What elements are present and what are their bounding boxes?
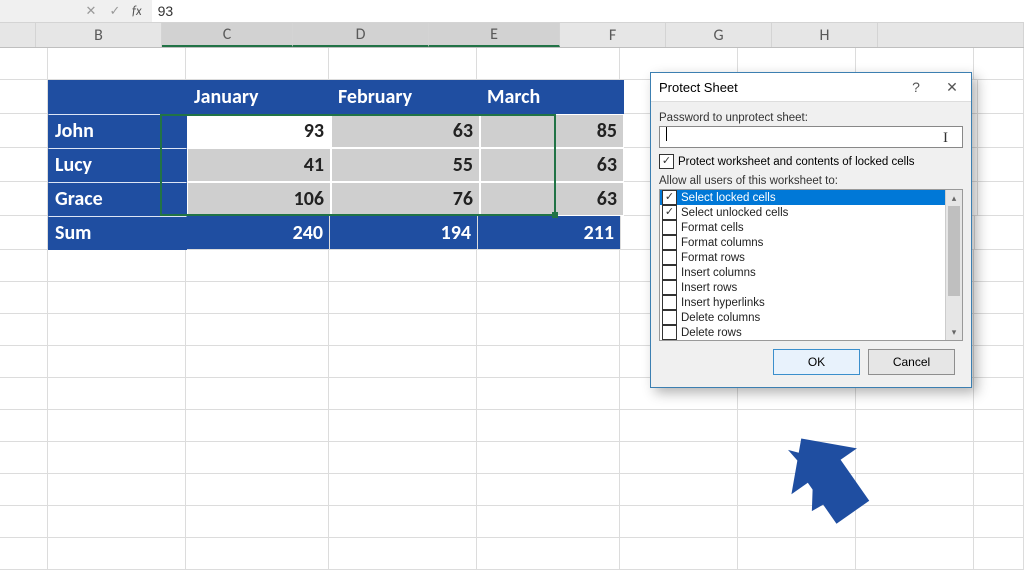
permission-label: Format cells xyxy=(681,222,744,234)
table-corner[interactable] xyxy=(48,80,187,114)
permission-checkbox[interactable] xyxy=(662,265,677,280)
col-head-h[interactable]: H xyxy=(772,23,878,47)
permission-checkbox[interactable] xyxy=(662,235,677,250)
permission-label: Format rows xyxy=(681,252,745,264)
enter-formula-icon[interactable]: ✓ xyxy=(104,2,126,20)
sum-feb[interactable]: 194 xyxy=(330,216,478,250)
password-label: Password to unprotect sheet: xyxy=(659,112,963,124)
cell-C4[interactable]: 41 xyxy=(187,148,331,182)
row-name[interactable]: Lucy xyxy=(48,148,187,182)
cell-D4[interactable]: 55 xyxy=(331,148,480,182)
scrollbar[interactable]: ▴ ▾ xyxy=(945,190,962,340)
scroll-down-icon[interactable]: ▾ xyxy=(946,324,962,340)
permission-checkbox[interactable] xyxy=(662,250,677,265)
permissions-list: Select locked cells Select unlocked cells… xyxy=(659,189,963,341)
cancel-button[interactable]: Cancel xyxy=(868,349,955,375)
col-head-f[interactable]: F xyxy=(560,23,666,47)
permission-label: Insert columns xyxy=(681,267,756,279)
cell-C3[interactable]: 93 xyxy=(187,114,331,148)
cell-E4[interactable]: 63 xyxy=(480,148,624,182)
col-header-jan[interactable]: January xyxy=(187,80,331,114)
permission-item[interactable]: Format columns xyxy=(660,235,945,250)
allow-label: Allow all users of this worksheet to: xyxy=(659,175,963,187)
sum-jan[interactable]: 240 xyxy=(187,216,330,250)
dialog-title: Protect Sheet xyxy=(659,80,738,95)
permission-item[interactable]: Delete rows xyxy=(660,325,945,340)
row-name[interactable]: Grace xyxy=(48,182,187,216)
permission-item[interactable]: Select unlocked cells xyxy=(660,205,945,220)
ok-button[interactable]: OK xyxy=(773,349,860,375)
permission-checkbox[interactable] xyxy=(662,325,677,340)
permission-checkbox[interactable] xyxy=(662,220,677,235)
permission-checkbox[interactable] xyxy=(662,295,677,310)
close-icon[interactable]: ✕ xyxy=(937,76,967,98)
formula-input[interactable] xyxy=(152,0,1024,22)
permission-checkbox[interactable] xyxy=(662,190,677,205)
help-icon[interactable]: ? xyxy=(901,76,931,98)
permission-item[interactable]: Format cells xyxy=(660,220,945,235)
permission-label: Format columns xyxy=(681,237,763,249)
col-head-d[interactable]: D xyxy=(293,23,429,47)
permission-item[interactable]: Delete columns xyxy=(660,310,945,325)
col-head-b[interactable]: B xyxy=(36,23,162,47)
col-head-e[interactable]: E xyxy=(429,23,560,47)
permission-checkbox[interactable] xyxy=(662,280,677,295)
permission-label: Delete columns xyxy=(681,312,760,324)
cell-D3[interactable]: 63 xyxy=(331,114,480,148)
password-input[interactable]: I xyxy=(659,126,963,148)
cancel-formula-icon[interactable]: ✕ xyxy=(80,2,102,20)
cell-D5[interactable]: 76 xyxy=(331,182,480,216)
cell-E3[interactable]: 85 xyxy=(480,114,624,148)
sum-mar[interactable]: 211 xyxy=(478,216,621,250)
permission-label: Delete rows xyxy=(681,327,742,339)
col-header-mar[interactable]: March xyxy=(480,80,624,114)
cell-E5[interactable]: 63 xyxy=(480,182,624,216)
col-head-c[interactable]: C xyxy=(162,23,293,47)
protect-checkbox[interactable] xyxy=(659,154,674,169)
row-name[interactable]: John xyxy=(48,114,187,148)
column-headers: B C D E F G H xyxy=(0,23,1024,48)
permission-item[interactable]: Format rows xyxy=(660,250,945,265)
permission-label: Insert hyperlinks xyxy=(681,297,765,309)
protect-label: Protect worksheet and contents of locked… xyxy=(678,156,915,168)
permission-label: Select unlocked cells xyxy=(681,207,788,219)
permission-checkbox[interactable] xyxy=(662,205,677,220)
col-header-feb[interactable]: February xyxy=(331,80,480,114)
permission-item[interactable]: Insert hyperlinks xyxy=(660,295,945,310)
permission-item[interactable]: Insert columns xyxy=(660,265,945,280)
permission-item[interactable]: Select locked cells xyxy=(660,190,945,205)
cell-C5[interactable]: 106 xyxy=(187,182,331,216)
permission-label: Insert rows xyxy=(681,282,737,294)
formula-bar: ✕ ✓ fx xyxy=(0,0,1024,23)
scroll-thumb[interactable] xyxy=(948,206,960,296)
row-sum-label[interactable]: Sum xyxy=(48,216,187,250)
text-cursor-icon: I xyxy=(943,130,948,147)
permission-label: Select locked cells xyxy=(681,192,776,204)
col-head-g[interactable]: G xyxy=(666,23,772,47)
fx-icon[interactable]: fx xyxy=(132,4,142,19)
protect-sheet-dialog: Protect Sheet ? ✕ Password to unprotect … xyxy=(650,72,972,388)
permission-checkbox[interactable] xyxy=(662,310,677,325)
permission-item[interactable]: Insert rows xyxy=(660,280,945,295)
scroll-up-icon[interactable]: ▴ xyxy=(946,190,962,206)
